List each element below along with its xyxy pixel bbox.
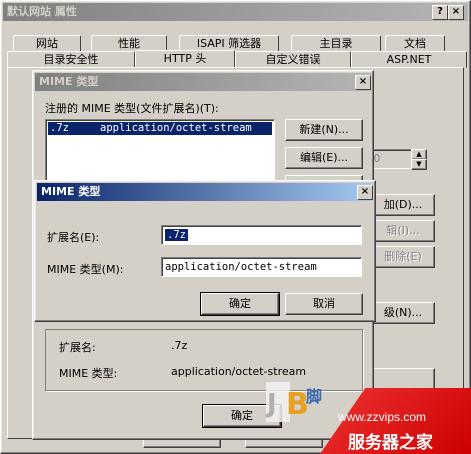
list-item[interactable]: .7z application/octet-stream	[48, 122, 272, 135]
properties-titlebar: 默认网站 属性	[3, 3, 468, 21]
spin-down-button[interactable]: ▼	[411, 159, 427, 170]
rating-button[interactable]: 级(N)...	[371, 302, 435, 324]
mime-edit-cancel-button[interactable]: 取消	[285, 293, 363, 315]
watermark-logo: J B 脚	[264, 378, 324, 426]
help-button[interactable]: ?	[432, 5, 448, 20]
list-item-ext: .7z	[50, 122, 69, 134]
mime-list-close-icon[interactable]: ×	[355, 75, 371, 90]
mime-edit-ok-button[interactable]: 确定	[200, 292, 280, 316]
properties-title: 默认网站 属性	[7, 5, 77, 18]
tab-custom-errors[interactable]: 自定义错误	[235, 51, 351, 68]
watermark-name: 服务器之家	[348, 433, 433, 453]
mime-listbox[interactable]: .7z application/octet-stream	[45, 119, 275, 181]
tab-documents[interactable]: 文档	[385, 35, 445, 52]
mime-type-input[interactable]: application/octet-stream	[161, 257, 362, 277]
mime-edit-dialog: MIME 类型 × 扩展名(E): .7z MIME 类型(M): applic…	[34, 180, 376, 322]
ext-label: 扩展名(E):	[47, 231, 100, 244]
delete-header-button[interactable]: 删除(E)	[371, 246, 435, 268]
mime-list-label: 注册的 MIME 类型(文件扩展名)(T):	[45, 102, 219, 115]
details-ext-value: .7z	[171, 339, 188, 352]
svg-text:J: J	[265, 389, 277, 419]
details-ext-label: 扩展名:	[59, 341, 96, 354]
new-mime-button[interactable]: 新建(N)...	[285, 119, 363, 141]
watermark: J B 脚 www.zzvips.com 服务器之家	[258, 368, 471, 454]
tab-home-directory[interactable]: 主目录	[291, 35, 381, 52]
mime-edit-title: MIME 类型	[41, 185, 101, 198]
watermark-url: www.zzvips.com	[338, 410, 427, 424]
mime-edit-close-icon[interactable]: ×	[357, 185, 373, 200]
tab-website[interactable]: 网站	[13, 35, 81, 52]
tab-directory-security[interactable]: 目录安全性	[7, 51, 135, 68]
edit-header-button[interactable]: 辑(I)...	[371, 220, 435, 242]
extension-input-value: .7z	[165, 229, 188, 241]
svg-text:脚: 脚	[306, 387, 322, 406]
mime-list-titlebar: MIME 类型	[35, 73, 371, 91]
extension-input[interactable]: .7z	[161, 225, 362, 245]
add-header-button[interactable]: 加(D)...	[371, 194, 435, 216]
mime-edit-titlebar: MIME 类型	[37, 183, 373, 201]
type-label: MIME 类型(M):	[47, 263, 124, 276]
mime-list-title: MIME 类型	[39, 75, 99, 88]
tab-aspnet[interactable]: ASP.NET	[351, 51, 467, 68]
list-item-type: application/octet-stream	[100, 122, 252, 134]
close-icon[interactable]: ×	[448, 5, 464, 20]
details-type-label: MIME 类型:	[59, 367, 118, 380]
edit-mime-button[interactable]: 编辑(E)...	[285, 147, 363, 169]
